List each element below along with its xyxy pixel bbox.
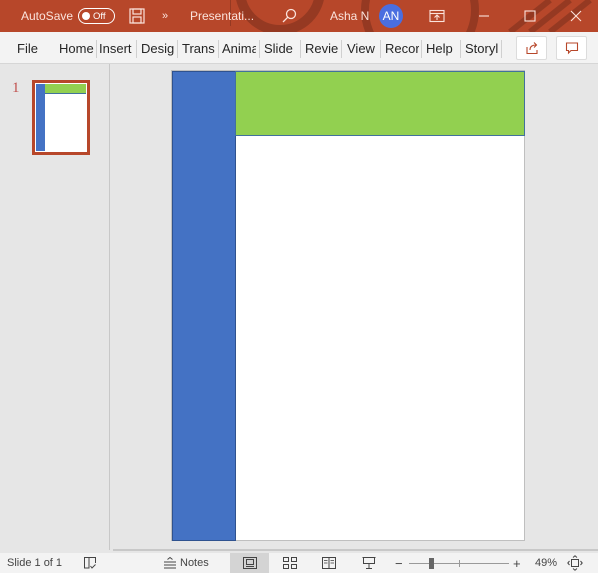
tab-separator [259,40,260,58]
tab-separator [460,40,461,58]
blue-rectangle-shape[interactable] [172,71,236,541]
user-avatar-button[interactable]: AN [379,0,403,32]
slide-show-button[interactable] [362,553,376,573]
ribbon-tab-bar: File Home Insert Desig Trans Anima Slide… [0,32,598,64]
tab-review[interactable]: Revie [305,32,339,64]
thumb-blue-shape [36,84,45,151]
presenter-icon [362,557,376,569]
slide-position[interactable]: Slide 1 of 1 [7,553,62,573]
fit-to-window-button[interactable] [567,553,583,573]
tab-separator [501,40,502,58]
title-bar: AutoSave Off » Presentati... Asha N AN [0,0,598,32]
green-rectangle-shape[interactable] [235,71,525,136]
save-button[interactable] [128,0,146,32]
autosave-label: AutoSave [21,9,74,23]
save-icon [129,8,145,24]
normal-view-button[interactable] [230,553,269,573]
tab-help[interactable]: Help [426,32,456,64]
tab-separator [136,40,137,58]
search-icon [282,8,297,23]
zoom-in-button[interactable]: + [513,553,521,573]
tab-design[interactable]: Desig [141,32,175,64]
autosave-state: Off [93,10,106,22]
minimize-button[interactable] [478,0,490,32]
ribbon-display-options-button[interactable] [429,0,445,32]
tab-separator [177,40,178,58]
tab-separator [421,40,422,58]
zoom-slider-thumb[interactable] [429,558,434,569]
zoom-slider-midmark [459,560,460,567]
zoom-out-button[interactable]: − [395,553,403,573]
zoom-level[interactable]: 49% [535,553,557,573]
reading-view-button[interactable] [322,553,336,573]
book-check-icon [84,557,96,569]
tab-separator [341,40,342,58]
tab-home[interactable]: Home [59,32,95,64]
fit-to-window-icon [567,555,583,571]
notes-button[interactable]: Notes [163,553,209,573]
maximize-icon [524,10,536,22]
tab-separator [218,40,219,58]
slide-sorter-icon [283,557,297,569]
close-button[interactable] [570,0,582,32]
comment-icon [565,42,578,55]
tab-view[interactable]: View [347,32,377,64]
ribbon-display-icon [429,9,445,23]
document-title[interactable]: Presentati... [190,0,254,32]
status-bar: Slide 1 of 1 Notes − + 49% [0,553,598,573]
thumb-green-shape [45,84,86,94]
slide-canvas[interactable] [171,70,525,541]
slide-number: 1 [12,80,20,96]
comments-button[interactable] [556,36,587,60]
share-button[interactable] [516,36,547,60]
tab-insert[interactable]: Insert [99,32,135,64]
maximize-button[interactable] [524,0,536,32]
tab-separator [300,40,301,58]
notes-label: Notes [180,557,209,569]
search-button[interactable] [281,0,297,32]
tab-record[interactable]: Recor [385,32,419,64]
toggle-knob [82,12,90,20]
reading-view-icon [322,557,336,569]
autosave-toggle[interactable]: Off [78,0,115,32]
normal-view-icon [242,557,257,569]
tab-animations[interactable]: Anima [222,32,256,64]
slide-thumbnail[interactable] [32,80,90,155]
slide-sorter-button[interactable] [283,553,297,573]
more-commands-button[interactable]: » [162,0,168,32]
notes-splitter[interactable] [113,549,598,551]
tab-separator [96,40,97,58]
tab-file[interactable]: File [17,32,38,64]
tab-transitions[interactable]: Trans [182,32,216,64]
tab-slide-show[interactable]: Slide [264,32,296,64]
avatar: AN [379,4,403,28]
minimize-icon [479,15,489,17]
notes-icon [164,556,176,569]
accessibility-button[interactable] [83,553,97,573]
tab-separator [380,40,381,58]
share-icon [525,42,538,55]
close-icon [570,10,582,22]
user-name[interactable]: Asha N [330,0,369,32]
tab-storyline[interactable]: Storyl [465,32,500,64]
